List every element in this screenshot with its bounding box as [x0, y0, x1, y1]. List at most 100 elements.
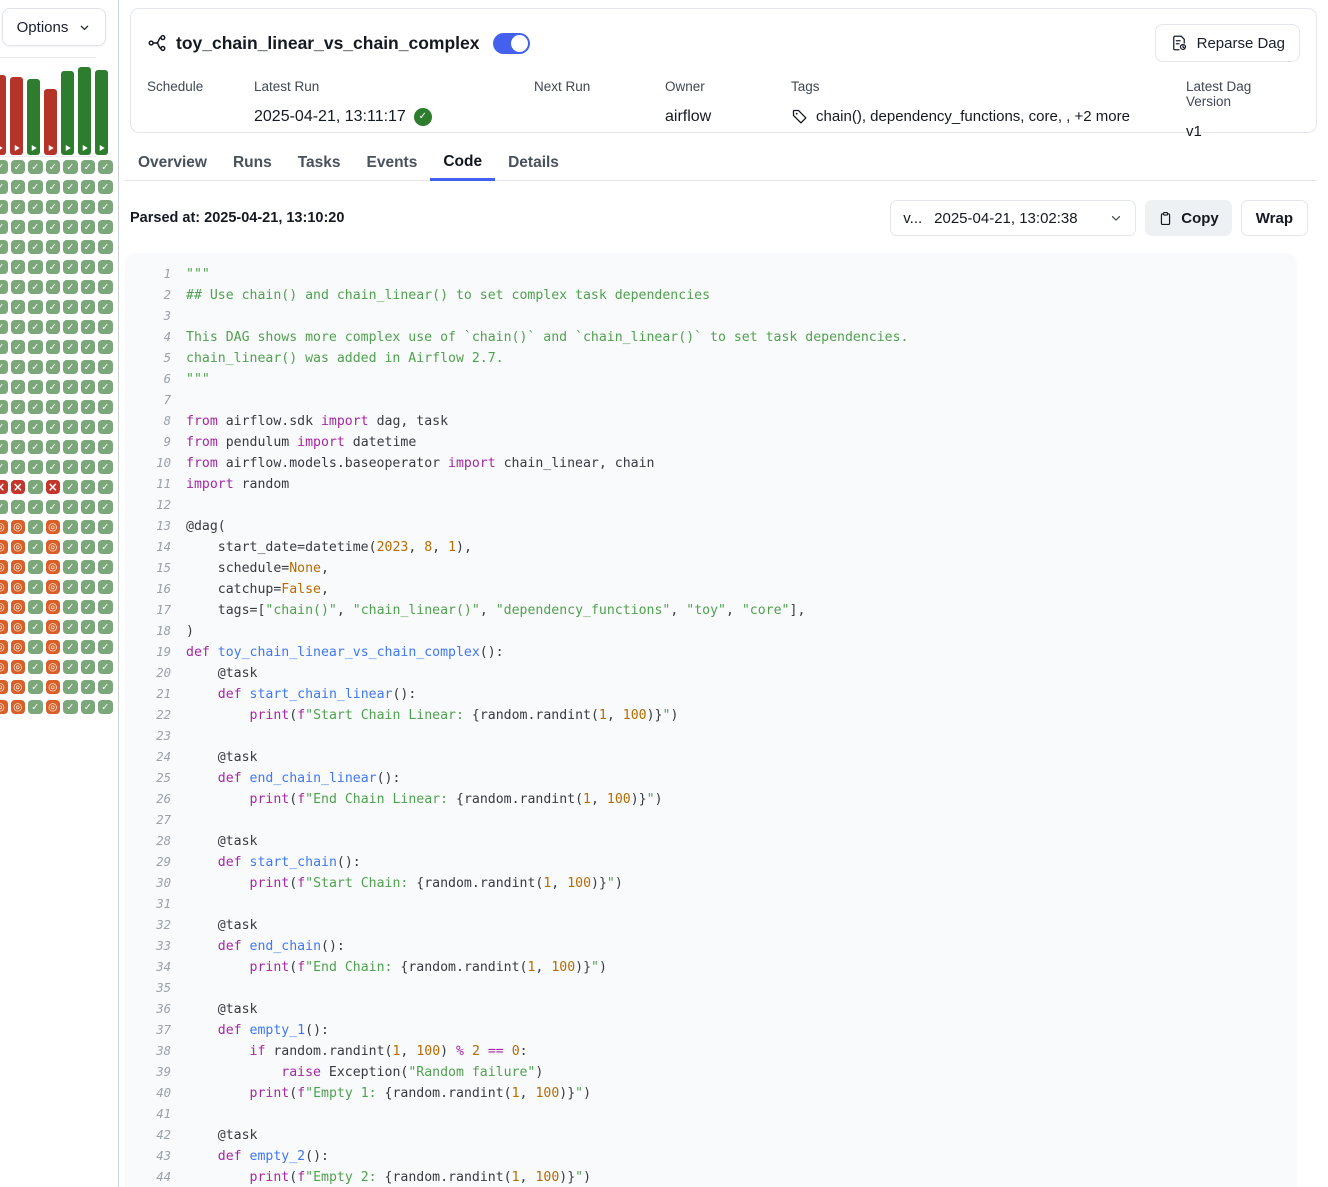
task-instance-success[interactable]: ✓: [63, 640, 78, 654]
task-instance-success[interactable]: ✓: [11, 280, 26, 294]
task-instance-success[interactable]: ✓: [81, 680, 96, 694]
task-instance-success[interactable]: ✓: [63, 360, 78, 374]
task-instance-success[interactable]: ✓: [46, 220, 61, 234]
task-instance-success[interactable]: ✓: [63, 700, 78, 714]
task-instance-success[interactable]: ✓: [46, 440, 61, 454]
task-instance-success[interactable]: ✓: [28, 360, 43, 374]
task-instance-success[interactable]: ✓: [63, 680, 78, 694]
task-instance-retry[interactable]: ◎: [0, 680, 8, 694]
task-instance-success[interactable]: ✓: [81, 500, 96, 514]
task-instance-success[interactable]: ✓: [81, 640, 96, 654]
task-instance-success[interactable]: ✓: [11, 400, 26, 414]
task-instance-success[interactable]: ✓: [11, 320, 26, 334]
task-instance-failed[interactable]: ×: [46, 480, 61, 494]
task-instance-success[interactable]: ✓: [63, 320, 78, 334]
task-instance-success[interactable]: ✓: [28, 280, 43, 294]
task-instance-success[interactable]: ✓: [28, 160, 43, 174]
task-instance-success[interactable]: ✓: [81, 700, 96, 714]
task-instance-retry[interactable]: ◎: [11, 660, 26, 674]
copy-button[interactable]: Copy: [1145, 200, 1232, 236]
task-instance-success[interactable]: ✓: [63, 440, 78, 454]
task-instance-success[interactable]: ✓: [28, 480, 43, 494]
task-instance-success[interactable]: ✓: [98, 380, 113, 394]
task-instance-retry[interactable]: ◎: [11, 580, 26, 594]
task-instance-success[interactable]: ✓: [0, 240, 8, 254]
task-instance-failed[interactable]: ×: [11, 480, 26, 494]
task-instance-success[interactable]: ✓: [0, 400, 8, 414]
task-instance-retry[interactable]: ◎: [46, 620, 61, 634]
task-instance-success[interactable]: ✓: [98, 420, 113, 434]
task-instance-retry[interactable]: ◎: [11, 560, 26, 574]
task-instance-success[interactable]: ✓: [98, 480, 113, 494]
task-instance-success[interactable]: ✓: [0, 320, 8, 334]
task-instance-success[interactable]: ✓: [28, 580, 43, 594]
task-instance-success[interactable]: ✓: [28, 180, 43, 194]
task-instance-failed[interactable]: ×: [0, 480, 8, 494]
task-instance-success[interactable]: ✓: [28, 340, 43, 354]
task-instance-success[interactable]: ✓: [28, 500, 43, 514]
dag-pause-toggle[interactable]: [493, 33, 530, 54]
task-instance-retry[interactable]: ◎: [0, 700, 8, 714]
task-instance-success[interactable]: ✓: [46, 260, 61, 274]
task-instance-success[interactable]: ✓: [28, 640, 43, 654]
task-instance-success[interactable]: ✓: [98, 520, 113, 534]
task-instance-success[interactable]: ✓: [63, 420, 78, 434]
task-instance-success[interactable]: ✓: [11, 440, 26, 454]
task-instance-success[interactable]: ✓: [46, 200, 61, 214]
task-instance-success[interactable]: ✓: [63, 280, 78, 294]
task-instance-retry[interactable]: ◎: [0, 620, 8, 634]
task-instance-success[interactable]: ✓: [46, 380, 61, 394]
task-instance-success[interactable]: ✓: [46, 420, 61, 434]
task-instance-success[interactable]: ✓: [98, 160, 113, 174]
task-instance-success[interactable]: ✓: [63, 220, 78, 234]
task-instance-success[interactable]: ✓: [28, 460, 43, 474]
task-instance-success[interactable]: ✓: [63, 300, 78, 314]
task-instance-success[interactable]: ✓: [11, 220, 26, 234]
task-instance-success[interactable]: ✓: [0, 200, 8, 214]
task-instance-success[interactable]: ✓: [81, 300, 96, 314]
task-instance-retry[interactable]: ◎: [46, 600, 61, 614]
task-instance-success[interactable]: ✓: [11, 200, 26, 214]
task-instance-success[interactable]: ✓: [98, 440, 113, 454]
task-instance-success[interactable]: ✓: [63, 240, 78, 254]
tab-overview[interactable]: Overview: [125, 146, 220, 180]
task-instance-success[interactable]: ✓: [81, 320, 96, 334]
task-instance-retry[interactable]: ◎: [0, 560, 8, 574]
task-instance-success[interactable]: ✓: [28, 680, 43, 694]
dag-run-bar-success[interactable]: [61, 71, 74, 155]
task-instance-success[interactable]: ✓: [81, 280, 96, 294]
task-instance-success[interactable]: ✓: [63, 600, 78, 614]
task-instance-success[interactable]: ✓: [0, 360, 8, 374]
task-instance-success[interactable]: ✓: [0, 280, 8, 294]
task-instance-success[interactable]: ✓: [98, 320, 113, 334]
task-instance-success[interactable]: ✓: [28, 380, 43, 394]
task-instance-success[interactable]: ✓: [28, 320, 43, 334]
reparse-dag-button[interactable]: Reparse Dag: [1155, 24, 1300, 62]
task-instance-success[interactable]: ✓: [46, 340, 61, 354]
task-instance-success[interactable]: ✓: [98, 240, 113, 254]
task-instance-success[interactable]: ✓: [81, 200, 96, 214]
task-instance-success[interactable]: ✓: [28, 560, 43, 574]
tab-code[interactable]: Code: [430, 146, 495, 181]
latest-run-value[interactable]: 2025-04-21, 13:11:17: [254, 108, 406, 126]
task-instance-retry[interactable]: ◎: [11, 540, 26, 554]
task-instance-success[interactable]: ✓: [98, 360, 113, 374]
task-instance-success[interactable]: ✓: [28, 600, 43, 614]
task-instance-success[interactable]: ✓: [46, 360, 61, 374]
task-instance-success[interactable]: ✓: [0, 180, 8, 194]
task-instance-retry[interactable]: ◎: [0, 660, 8, 674]
task-instance-success[interactable]: ✓: [11, 360, 26, 374]
task-instance-success[interactable]: ✓: [63, 180, 78, 194]
task-instance-success[interactable]: ✓: [63, 520, 78, 534]
task-instance-success[interactable]: ✓: [28, 700, 43, 714]
task-instance-success[interactable]: ✓: [0, 260, 8, 274]
tab-tasks[interactable]: Tasks: [285, 146, 354, 180]
task-instance-retry[interactable]: ◎: [46, 640, 61, 654]
dag-run-bar-success[interactable]: [78, 67, 91, 155]
task-instance-success[interactable]: ✓: [81, 160, 96, 174]
task-instance-success[interactable]: ✓: [81, 560, 96, 574]
task-instance-retry[interactable]: ◎: [0, 540, 8, 554]
task-instance-success[interactable]: ✓: [81, 620, 96, 634]
tab-details[interactable]: Details: [495, 146, 572, 180]
task-instance-success[interactable]: ✓: [98, 640, 113, 654]
